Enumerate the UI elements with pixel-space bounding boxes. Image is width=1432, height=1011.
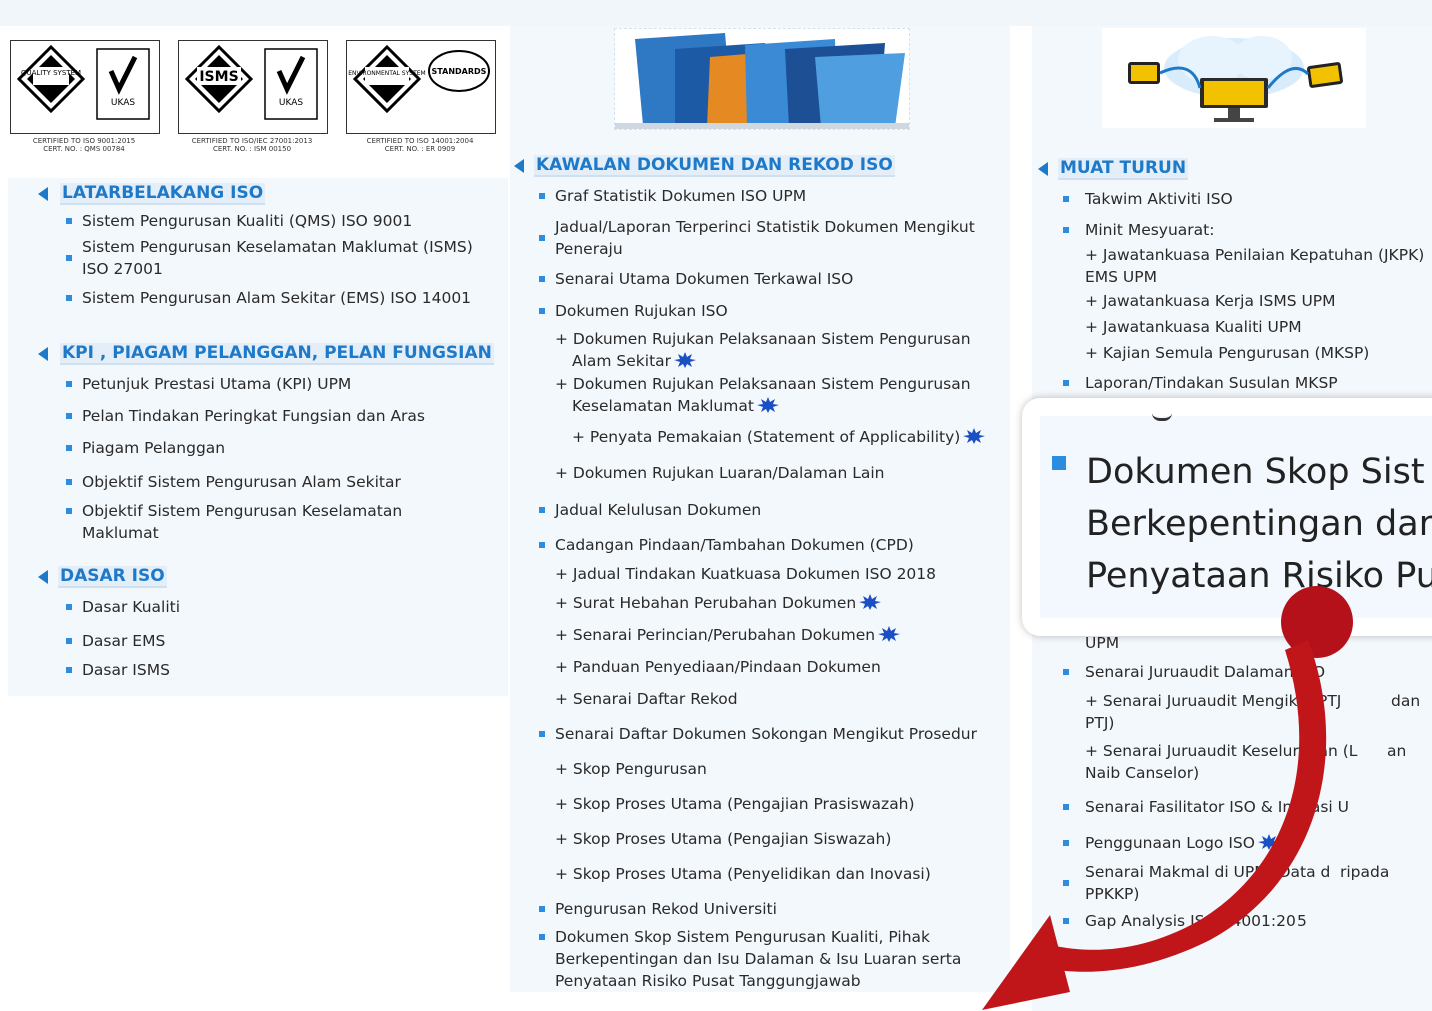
cert-qms-label: QUALITY SYSTEM: [21, 69, 81, 77]
sub-item[interactable]: + Skop Proses Utama (Penyelidikan dan In…: [555, 863, 975, 885]
heading-arrow-icon: [514, 159, 524, 173]
bullet-icon: [539, 235, 545, 241]
list-item[interactable]: Dasar ISMS: [66, 659, 482, 681]
bullet-icon: [539, 507, 545, 513]
top-strip: [0, 0, 1432, 26]
bullet-icon: [539, 731, 545, 737]
cloud-devices-banner: [1102, 28, 1366, 128]
bullet-icon: [539, 193, 545, 199]
sub-item[interactable]: + Jawatankuasa Kualiti UPM: [1085, 316, 1425, 338]
bullet-icon: [539, 906, 545, 912]
sub-item[interactable]: + Senarai Perincian/Perubahan Dokumen: [555, 624, 975, 646]
list-item[interactable]: Senarai Daftar Dokumen Sokongan Mengikut…: [539, 723, 985, 745]
list-item[interactable]: Cadangan Pindaan/Tambahan Dokumen (CPD): [539, 534, 985, 556]
sub-item[interactable]: + Surat Hebahan Perubahan Dokumen: [555, 592, 975, 614]
list-item[interactable]: Objektif Sistem Pengurusan Alam Sekitar: [66, 471, 482, 493]
bullet-icon: [66, 255, 72, 261]
bullet-icon: [66, 479, 72, 485]
sub-item[interactable]: + Senarai Daftar Rekod: [555, 688, 975, 710]
sub-item[interactable]: + Jawatankuasa Penilaian Kepatuhan (JKPK…: [1085, 244, 1425, 288]
cert-caption-qms: CERTIFIED TO ISO 9001:2015 CERT. NO. : Q…: [32, 137, 136, 153]
list-item[interactable]: Dasar Kualiti: [66, 596, 482, 618]
bullet-icon: [66, 667, 72, 673]
list-item[interactable]: Sistem Pengurusan Alam Sekitar (EMS) ISO…: [66, 287, 482, 309]
bullet-icon: [1063, 196, 1069, 202]
sub-item[interactable]: + Panduan Penyediaan/Pindaan Dokumen: [555, 656, 975, 678]
isms-cert-logo: ISMS UKAS: [178, 40, 328, 134]
list-item[interactable]: Dasar EMS: [66, 630, 482, 652]
heading-kawalan-dokumen[interactable]: KAWALAN DOKUMEN DAN REKOD ISO: [514, 155, 895, 177]
list-item[interactable]: Objektif Sistem Pengurusan Keselamatan M…: [66, 500, 412, 544]
cert-isms-label: ISMS: [199, 69, 238, 85]
list-item[interactable]: Pengurusan Rekod Universiti: [539, 898, 985, 920]
heading-dasar-iso[interactable]: DASAR ISO: [38, 566, 167, 588]
bullet-icon: [66, 604, 72, 610]
heading-arrow-icon: [38, 347, 48, 361]
bullet-icon: [66, 638, 72, 644]
new-badge-icon: [756, 397, 779, 413]
folders-banner: [614, 28, 910, 130]
bullet-icon: [66, 218, 72, 224]
bullet-icon: [539, 542, 545, 548]
zoom-line: Berkepentingan dar: [1086, 504, 1432, 544]
heading-muat-turun[interactable]: MUAT TURUN: [1038, 158, 1189, 180]
zoom-bullet-icon: [1052, 456, 1066, 470]
cert-ukas-label-2: UKAS: [279, 98, 303, 108]
list-item[interactable]: Minit Mesyuarat:: [1063, 219, 1425, 241]
list-item[interactable]: Senarai Utama Dokumen Terkawal ISO: [539, 268, 985, 290]
sub-item[interactable]: + Skop Pengurusan: [555, 758, 975, 780]
list-item[interactable]: Graf Statistik Dokumen ISO UPM: [539, 185, 985, 207]
qms-cert-logo: QUALITY SYSTEM UKAS: [10, 40, 160, 134]
new-badge-icon: [674, 352, 697, 368]
sub-item[interactable]: + Kajian Semula Pengurusan (MKSP): [1085, 342, 1425, 364]
sub-item[interactable]: + Skop Proses Utama (Pengajian Prasiswaz…: [555, 793, 975, 815]
bullet-icon: [66, 413, 72, 419]
sub-item[interactable]: + Jawatankuasa Kerja ISMS UPM: [1085, 290, 1425, 312]
zoom-text: Dokumen Skop Sist Berkepentingan dar Pen…: [1086, 446, 1432, 602]
sub-item[interactable]: + Skop Proses Utama (Pengajian Siswazah): [555, 828, 975, 850]
list-item[interactable]: Takwim Aktiviti ISO: [1063, 188, 1425, 210]
heading-arrow-icon: [38, 570, 48, 584]
list-item[interactable]: Dokumen Rujukan ISO: [539, 300, 985, 322]
sub-item[interactable]: + Jadual Tindakan Kuatkuasa Dokumen ISO …: [555, 563, 975, 585]
new-badge-icon: [878, 626, 901, 642]
list-item[interactable]: Sistem Pengurusan Keselamatan Maklumat (…: [66, 236, 482, 280]
list-item[interactable]: Pelan Tindakan Peringkat Fungsian dan Ar…: [66, 405, 482, 427]
list-item[interactable]: Dokumen Skop Sistem Pengurusan Kualiti, …: [539, 926, 965, 992]
sub-item[interactable]: + Dokumen Rujukan Pelaksanaan Sistem Pen…: [555, 328, 992, 372]
sub-item[interactable]: + Penyata Pemakaian (Statement of Applic…: [572, 426, 992, 448]
red-curved-arrow: [982, 586, 1353, 1010]
cert-standards-label: STANDARDS: [432, 67, 487, 76]
bullet-icon: [66, 508, 72, 514]
cert-caption-ems: CERTIFIED TO ISO 14001:2004 CERT. NO. : …: [366, 137, 474, 153]
sub-item[interactable]: + Dokumen Rujukan Luaran/Dalaman Lain: [555, 462, 975, 484]
bullet-icon: [66, 445, 72, 451]
list-item[interactable]: Piagam Pelanggan: [66, 437, 482, 459]
heading-arrow-icon: [38, 187, 48, 201]
bullet-icon: [1063, 227, 1069, 233]
heading-arrow-icon: [1038, 162, 1048, 176]
list-item[interactable]: Sistem Pengurusan Kualiti (QMS) ISO 9001: [66, 210, 482, 232]
bullet-icon: [66, 295, 72, 301]
bullet-icon: [66, 381, 72, 387]
ems-cert-logo: ENVIRONMENTAL SYSTEM STANDARDS: [346, 40, 496, 134]
list-item[interactable]: Laporan/Tindakan Susulan MKSP: [1063, 372, 1425, 394]
bullet-icon: [539, 308, 545, 314]
cert-caption-isms: CERTIFIED TO ISO/IEC 27001:2013 CERT. NO…: [191, 137, 313, 153]
bullet-icon: [539, 934, 545, 940]
cert-ukas-label: UKAS: [111, 98, 135, 108]
list-item[interactable]: Jadual/Laporan Terperinci Statistik Doku…: [539, 216, 985, 260]
sub-item[interactable]: + Dokumen Rujukan Pelaksanaan Sistem Pen…: [555, 373, 992, 417]
list-item[interactable]: Petunjuk Prestasi Utama (KPI) UPM: [66, 373, 482, 395]
bullet-icon: [539, 276, 545, 282]
new-badge-icon: [859, 594, 882, 610]
new-badge-icon: [963, 428, 986, 444]
heading-latarbelakang[interactable]: LATARBELAKANG ISO: [38, 183, 266, 205]
zoom-line: Dokumen Skop Sist: [1086, 452, 1425, 492]
cert-ems-label: ENVIRONMENTAL SYSTEM: [348, 70, 425, 77]
bullet-icon: [1063, 380, 1069, 386]
heading-kpi[interactable]: KPI , PIAGAM PELANGGAN, PELAN FUNGSIAN: [38, 343, 494, 365]
list-item[interactable]: Jadual Kelulusan Dokumen: [539, 499, 985, 521]
